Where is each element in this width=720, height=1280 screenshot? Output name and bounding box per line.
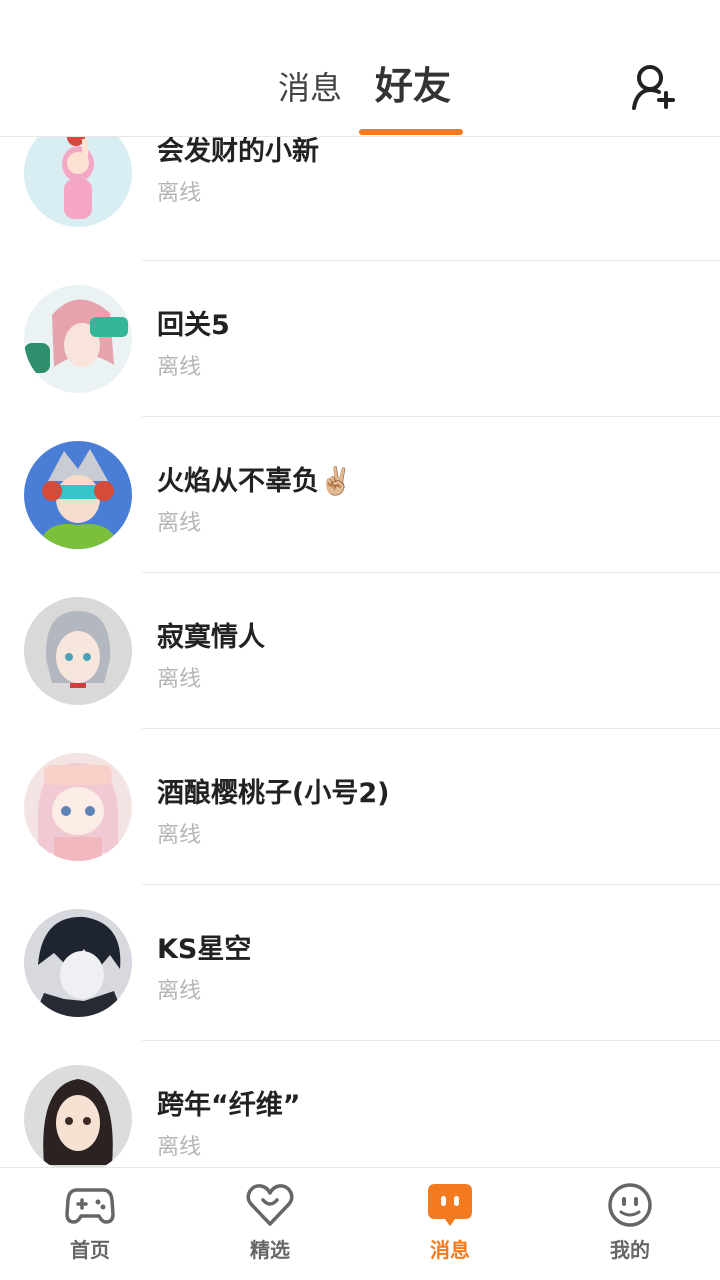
nav-featured[interactable]: 精选 [180, 1168, 360, 1280]
friend-name: 跨年“纤维” [157, 1090, 301, 1121]
friend-name: 酒酿樱桃子(小号2) [157, 778, 390, 809]
bottom-nav: 首页 精选 消息 我的 [0, 1167, 720, 1280]
chat-bubble-icon [428, 1184, 472, 1226]
friend-status: 离线 [157, 181, 202, 206]
row-divider [142, 260, 720, 261]
friend-row[interactable]: 回关5 离线 [0, 276, 720, 432]
row-divider [142, 884, 720, 885]
gamepad-icon [65, 1188, 115, 1224]
add-friend-button[interactable] [628, 62, 680, 114]
friend-row[interactable]: 寂寞情人 离线 [0, 588, 720, 744]
friend-status: 离线 [157, 667, 202, 692]
friend-name: 寂寞情人 [157, 622, 265, 653]
tab-friends[interactable]: 好友 [375, 64, 451, 108]
friend-status: 离线 [157, 1135, 202, 1160]
friend-status: 离线 [157, 355, 202, 380]
smiley-face-icon [608, 1183, 652, 1227]
row-divider [142, 728, 720, 729]
nav-mine-label: 我的 [610, 1238, 650, 1262]
avatar [24, 1065, 132, 1167]
row-divider [142, 572, 720, 573]
row-divider [142, 1040, 720, 1041]
avatar [24, 285, 132, 393]
nav-home-label: 首页 [70, 1238, 110, 1262]
friend-row[interactable]: KS星空 离线 [0, 900, 720, 1056]
top-header: 消息 好友 [0, 0, 720, 137]
friend-status: 离线 [157, 823, 202, 848]
friend-row[interactable]: 会发财的小新 离线 [0, 137, 720, 275]
nav-mine[interactable]: 我的 [540, 1168, 720, 1280]
friend-status: 离线 [157, 511, 202, 536]
nav-featured-label: 精选 [250, 1238, 290, 1262]
add-user-icon [632, 65, 675, 110]
row-divider [142, 416, 720, 417]
friends-list: 会发财的小新 离线 回关5 离线 火焰从不辜负✌🏼 离线 寂寞情人 离线 酒酿樱… [0, 137, 720, 1167]
friend-status: 离线 [157, 979, 202, 1004]
nav-home[interactable]: 首页 [0, 1168, 180, 1280]
avatar [24, 909, 132, 1017]
tab-messages[interactable]: 消息 [278, 66, 342, 110]
friend-name: KS星空 [157, 934, 252, 965]
avatar [24, 597, 132, 705]
avatar [24, 441, 132, 549]
friend-name: 会发财的小新 [157, 137, 319, 167]
friend-row[interactable]: 跨年“纤维” 离线 [0, 1056, 720, 1167]
heart-icon [246, 1184, 294, 1226]
friend-name: 火焰从不辜负✌🏼 [157, 466, 353, 497]
nav-messages[interactable]: 消息 [360, 1168, 540, 1280]
avatar [24, 137, 132, 227]
friend-row[interactable]: 酒酿樱桃子(小号2) 离线 [0, 744, 720, 900]
friend-row[interactable]: 火焰从不辜负✌🏼 离线 [0, 432, 720, 588]
active-tab-indicator [359, 129, 463, 135]
avatar [24, 753, 132, 861]
friend-name: 回关5 [157, 310, 230, 341]
nav-messages-label: 消息 [430, 1238, 470, 1262]
